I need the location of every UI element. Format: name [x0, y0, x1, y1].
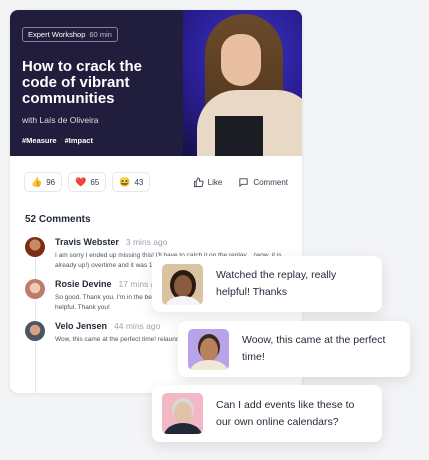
avatar-shoulders: [164, 295, 201, 305]
workshop-host: with Laís de Oliveira: [22, 115, 99, 125]
comment-author[interactable]: Velo Jensen: [55, 321, 107, 331]
comment-button[interactable]: Comment: [238, 177, 288, 188]
comment-time: 44 mins ago: [114, 321, 161, 331]
laughing-icon: 😆: [119, 176, 131, 187]
hashtag-impact[interactable]: #Impact: [65, 136, 93, 145]
avatar-shoulders: [189, 359, 228, 370]
reaction-laughing[interactable]: 😆 43: [112, 172, 151, 192]
reaction-bar: 👍 96 ❤️ 65 😆 43 Like Comment: [10, 156, 302, 192]
comment-time: 3 mins ago: [125, 237, 168, 247]
chat-message: Watched the replay, really helpful! Than…: [216, 269, 337, 298]
avatar-face: [199, 337, 218, 362]
avatar-face: [173, 274, 192, 297]
comments-count-heading: 52 Comments: [25, 214, 91, 225]
avatar[interactable]: [25, 321, 45, 341]
workshop-hero[interactable]: Expert Workshop 60 min How to crack the …: [10, 10, 302, 156]
like-button[interactable]: Like: [193, 176, 223, 188]
speaker-face: [221, 34, 261, 86]
chat-bubble[interactable]: Can I add events like these to our own o…: [152, 385, 382, 442]
avatar[interactable]: [25, 279, 45, 299]
comment-author[interactable]: Rosie Devine: [55, 279, 112, 289]
post-actions: Like Comment: [193, 176, 288, 188]
workshop-tag: Expert Workshop 60 min: [22, 27, 118, 42]
podium: [215, 116, 263, 156]
reaction-thumbs-up[interactable]: 👍 96: [24, 172, 63, 192]
workshop-title: How to crack the code of vibrant communi…: [22, 58, 143, 107]
chat-message: Can I add events like these to our own o…: [216, 398, 355, 428]
comment-icon: [239, 177, 248, 187]
comment-author[interactable]: Travis Webster: [55, 237, 119, 247]
thumbs-up-outline-icon: [193, 176, 204, 187]
reaction-count: 43: [134, 177, 144, 187]
chat-bubble[interactable]: Watched the replay, really helpful! Than…: [152, 256, 382, 312]
chat-message: Woow, this came at the perfect time!: [242, 334, 386, 363]
like-label: Like: [207, 177, 223, 187]
hero-text-panel: Expert Workshop 60 min How to crack the …: [10, 10, 183, 156]
hashtag-measure[interactable]: #Measure: [22, 136, 57, 145]
hashtag-list: #Measure #Impact: [22, 136, 93, 145]
thumbs-up-icon: 👍: [31, 176, 43, 187]
chat-bubble[interactable]: Woow, this came at the perfect time!: [178, 321, 410, 377]
avatar: [162, 263, 203, 305]
avatar-face: [173, 402, 192, 425]
tag-duration: 60 min: [89, 30, 112, 39]
stage: Expert Workshop 60 min How to crack the …: [0, 0, 429, 460]
reaction-count: 65: [90, 177, 100, 187]
avatar: [162, 393, 203, 434]
heart-icon: ❤️: [75, 176, 87, 187]
comment-label: Comment: [253, 177, 288, 187]
reaction-count: 96: [46, 177, 56, 187]
tag-label: Expert Workshop: [28, 30, 86, 39]
reaction-heart[interactable]: ❤️ 65: [68, 172, 107, 192]
avatar: [188, 328, 229, 370]
avatar-shoulders: [163, 423, 202, 434]
speaker-photo: [183, 10, 302, 156]
avatar[interactable]: [25, 237, 45, 257]
